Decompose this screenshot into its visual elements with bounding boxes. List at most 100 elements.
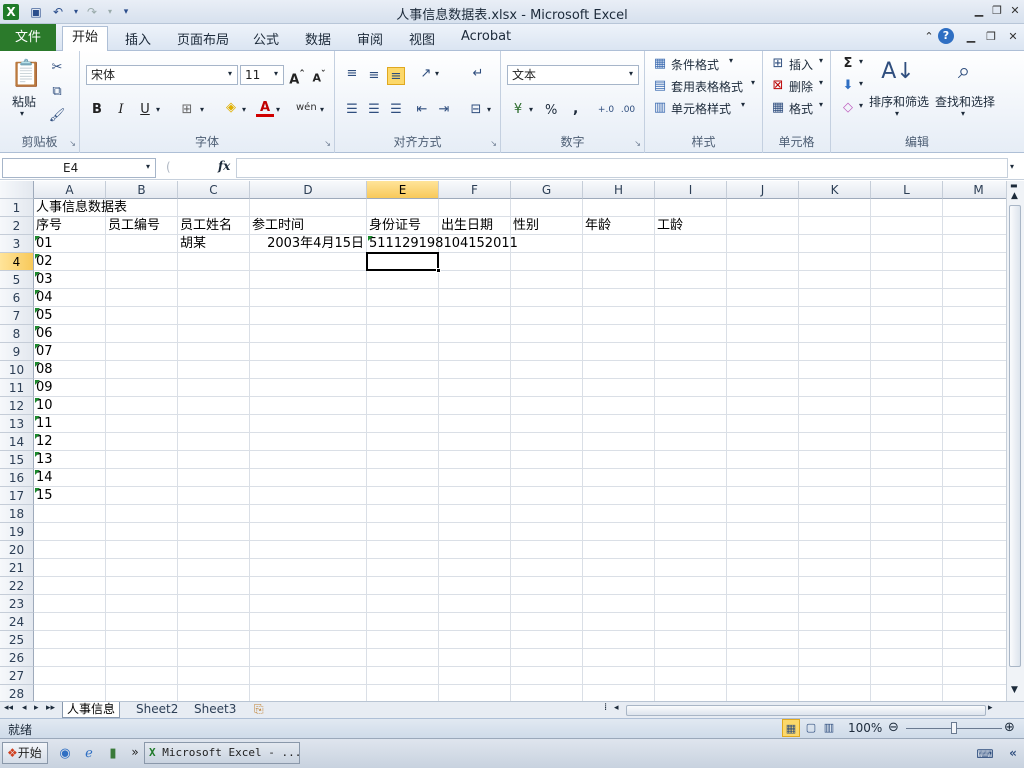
currency-icon[interactable]: ¥: [509, 101, 527, 119]
column-header-l[interactable]: L: [871, 181, 943, 199]
row-header-20[interactable]: 20: [0, 541, 34, 559]
sheet-tab-2[interactable]: Sheet2: [132, 702, 182, 718]
doc-close-icon[interactable]: ✕: [1004, 29, 1022, 45]
cell-e3[interactable]: 511129198104152011: [369, 235, 518, 253]
name-box[interactable]: E4: [2, 158, 156, 178]
page-break-view-icon[interactable]: ▥: [820, 719, 838, 737]
tab-data[interactable]: 数据: [305, 29, 331, 48]
error-indicator-icon[interactable]: [35, 326, 40, 331]
merge-dropdown-icon[interactable]: ▾: [487, 105, 491, 114]
page-layout-view-icon[interactable]: ▢: [802, 719, 820, 737]
column-header-g[interactable]: G: [511, 181, 583, 199]
row-header-18[interactable]: 18: [0, 505, 34, 523]
row-header-6[interactable]: 6: [0, 289, 34, 307]
zoom-in-icon[interactable]: ⊕: [1004, 720, 1015, 735]
sheet-tab-3[interactable]: Sheet3: [190, 702, 240, 718]
clear-icon[interactable]: ◇: [839, 99, 857, 117]
error-indicator-icon[interactable]: [35, 272, 40, 277]
error-indicator-icon[interactable]: [35, 362, 40, 367]
align-bottom-icon[interactable]: ≡: [387, 67, 405, 85]
scroll-left-icon[interactable]: ◂: [614, 703, 619, 713]
row-header-1[interactable]: 1: [0, 199, 34, 217]
font-name-dropdown-icon[interactable]: ▾: [228, 69, 232, 78]
vertical-scrollbar[interactable]: ▬ ▲ ▼: [1006, 181, 1024, 701]
clipboard-launcher-icon[interactable]: ↘: [69, 139, 76, 148]
italic-icon[interactable]: I: [112, 101, 130, 119]
column-header-d[interactable]: D: [250, 181, 367, 199]
shrink-font-icon[interactable]: Aˇ: [310, 66, 328, 85]
align-middle-icon[interactable]: ≡: [365, 67, 383, 85]
format-cells-dropdown-icon[interactable]: ▾: [819, 100, 823, 109]
phonetic-dropdown-icon[interactable]: ▾: [320, 105, 324, 114]
doc-restore-icon[interactable]: ❐: [982, 29, 1000, 45]
start-button[interactable]: ❖开始: [2, 742, 48, 764]
row-header-10[interactable]: 10: [0, 361, 34, 379]
error-indicator-icon[interactable]: [35, 380, 40, 385]
tab-review[interactable]: 审阅: [357, 29, 383, 48]
error-indicator-icon[interactable]: [35, 290, 40, 295]
insert-function-button[interactable]: fx: [218, 159, 230, 173]
tab-home[interactable]: 开始: [62, 26, 108, 52]
column-header-a[interactable]: A: [34, 181, 106, 199]
paste-dropdown-icon[interactable]: ▾: [20, 109, 24, 118]
formula-expand-icon[interactable]: ▾: [1010, 162, 1014, 171]
column-header-h[interactable]: H: [583, 181, 655, 199]
error-indicator-icon[interactable]: [35, 254, 40, 259]
insert-sheet-icon[interactable]: ⎘: [254, 702, 264, 717]
table-format-icon[interactable]: ▤: [651, 77, 669, 95]
scroll-down-icon[interactable]: ▼: [1011, 685, 1018, 695]
column-header-m[interactable]: M: [943, 181, 1006, 199]
row-header-11[interactable]: 11: [0, 379, 34, 397]
first-sheet-icon[interactable]: ◂◂: [4, 703, 13, 713]
cell-d2[interactable]: 参工时间: [252, 217, 304, 235]
doc-minimize-icon[interactable]: ▁: [962, 29, 980, 45]
tab-insert[interactable]: 插入: [125, 29, 151, 48]
number-format-dropdown-icon[interactable]: ▾: [629, 69, 633, 78]
decrease-decimal-icon[interactable]: .00: [619, 101, 637, 119]
row-header-3[interactable]: 3: [0, 235, 34, 253]
row-header-26[interactable]: 26: [0, 649, 34, 667]
font-name-select[interactable]: 宋体: [86, 65, 238, 85]
column-header-e[interactable]: E: [367, 181, 439, 199]
row-header-28[interactable]: 28: [0, 685, 34, 701]
alignment-launcher-icon[interactable]: ↘: [490, 139, 497, 148]
borders-icon[interactable]: ⊞: [178, 101, 196, 119]
currency-dropdown-icon[interactable]: ▾: [529, 105, 533, 114]
font-color-icon[interactable]: A: [256, 99, 274, 117]
cell-c3[interactable]: 胡某: [180, 235, 206, 253]
scroll-right-icon[interactable]: ▸: [988, 703, 993, 713]
quicklaunch-more-icon[interactable]: »: [126, 743, 144, 761]
column-header-i[interactable]: I: [655, 181, 727, 199]
worksheet-grid[interactable]: A B C D E F G H I J K L M 1 2 3 4 5 6 7 8 9 10 11 12 13 14 15 16 17 18…: [0, 181, 1006, 701]
row-header-5[interactable]: 5: [0, 271, 34, 289]
cell-h2[interactable]: 年龄: [585, 217, 611, 235]
merge-center-icon[interactable]: ⊟: [467, 101, 485, 119]
insert-cells-button[interactable]: 插入: [789, 56, 813, 73]
increase-indent-icon[interactable]: ⇥: [435, 101, 453, 119]
cell-a2[interactable]: 序号: [36, 217, 62, 235]
error-indicator-icon[interactable]: [35, 344, 40, 349]
copy-icon[interactable]: ⧉: [48, 83, 66, 101]
cut-icon[interactable]: ✂: [48, 59, 66, 77]
error-indicator-icon[interactable]: [35, 470, 40, 475]
font-size-dropdown-icon[interactable]: ▾: [274, 69, 278, 78]
find-select-icon[interactable]: ⌕: [947, 55, 981, 89]
tab-acrobat[interactable]: Acrobat: [461, 29, 511, 44]
normal-view-icon[interactable]: ▦: [782, 719, 800, 737]
error-indicator-icon[interactable]: [35, 416, 40, 421]
zoom-out-icon[interactable]: ⊖: [888, 720, 899, 735]
column-header-c[interactable]: C: [178, 181, 250, 199]
comma-button[interactable]: ,: [573, 101, 578, 117]
row-header-19[interactable]: 19: [0, 523, 34, 541]
increase-decimal-icon[interactable]: +.0: [597, 101, 615, 119]
zoom-slider-thumb[interactable]: [951, 722, 957, 734]
fill-color-dropdown-icon[interactable]: ▾: [242, 105, 246, 114]
formula-input[interactable]: [236, 158, 1008, 178]
tab-page-layout[interactable]: 页面布局: [177, 29, 229, 48]
active-cell-selection[interactable]: [366, 252, 439, 271]
column-header-k[interactable]: K: [799, 181, 871, 199]
row-header-17[interactable]: 17: [0, 487, 34, 505]
percent-button[interactable]: %: [545, 103, 557, 118]
row-header-15[interactable]: 15: [0, 451, 34, 469]
row-header-13[interactable]: 13: [0, 415, 34, 433]
